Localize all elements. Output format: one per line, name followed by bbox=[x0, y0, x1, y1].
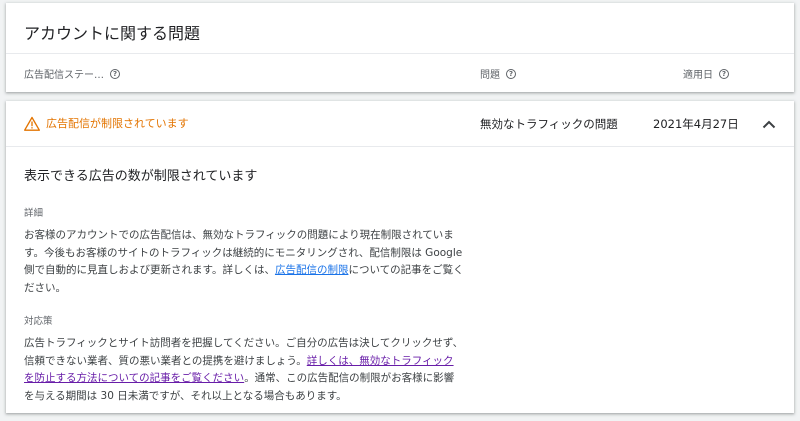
warning-icon bbox=[24, 116, 40, 131]
issue-row[interactable]: 広告配信が制限されています 無効なトラフィックの問題 2021年4月27日 bbox=[6, 101, 794, 147]
column-header-date[interactable]: 適用日 ? bbox=[683, 66, 729, 81]
help-icon[interactable]: ? bbox=[110, 68, 120, 79]
section-title: アカウントに関する問題 bbox=[24, 24, 201, 43]
chevron-up-icon bbox=[762, 120, 776, 128]
details-heading: 表示できる広告の数が制限されています bbox=[24, 169, 258, 184]
issue-cell: 無効なトラフィックの問題 bbox=[480, 117, 618, 131]
column-header-status-label: 広告配信ステー… bbox=[24, 70, 104, 81]
issue-details: 表示できる広告の数が制限されています 詳細 お客様のアカウントでの広告配信は、無… bbox=[24, 165, 464, 421]
help-icon[interactable]: ? bbox=[506, 68, 516, 79]
header-divider bbox=[6, 53, 794, 54]
column-header-date-label: 適用日 bbox=[683, 70, 713, 81]
collapse-button[interactable] bbox=[756, 111, 782, 137]
column-header-issue-label: 問題 bbox=[480, 70, 500, 81]
account-issues-header-card: アカウントに関する問題 広告配信ステー… ? 問題 ? 適用日 ? bbox=[6, 3, 794, 92]
status-cell: 広告配信が制限されています bbox=[24, 115, 189, 131]
serving-limits-link[interactable]: 広告配信の制限 bbox=[275, 264, 349, 276]
action-paragraph: 広告トラフィックとサイト訪問者を把握してください。ご自分の広告は決してクリックせ… bbox=[24, 335, 464, 405]
help-icon[interactable]: ? bbox=[719, 68, 729, 79]
status-label: 広告配信が制限されています bbox=[46, 117, 189, 130]
issue-card: 広告配信が制限されています 無効なトラフィックの問題 2021年4月27日 表示… bbox=[6, 101, 794, 413]
action-section-label: 対応策 bbox=[24, 316, 53, 327]
column-header-issue[interactable]: 問題 ? bbox=[480, 66, 516, 81]
detail-paragraph: お客様のアカウントでの広告配信は、無効なトラフィックの問題により現在制限されてい… bbox=[24, 227, 464, 297]
column-header-status[interactable]: 広告配信ステー… ? bbox=[24, 66, 120, 81]
detail-section-label: 詳細 bbox=[24, 208, 44, 219]
date-cell: 2021年4月27日 bbox=[653, 117, 739, 131]
